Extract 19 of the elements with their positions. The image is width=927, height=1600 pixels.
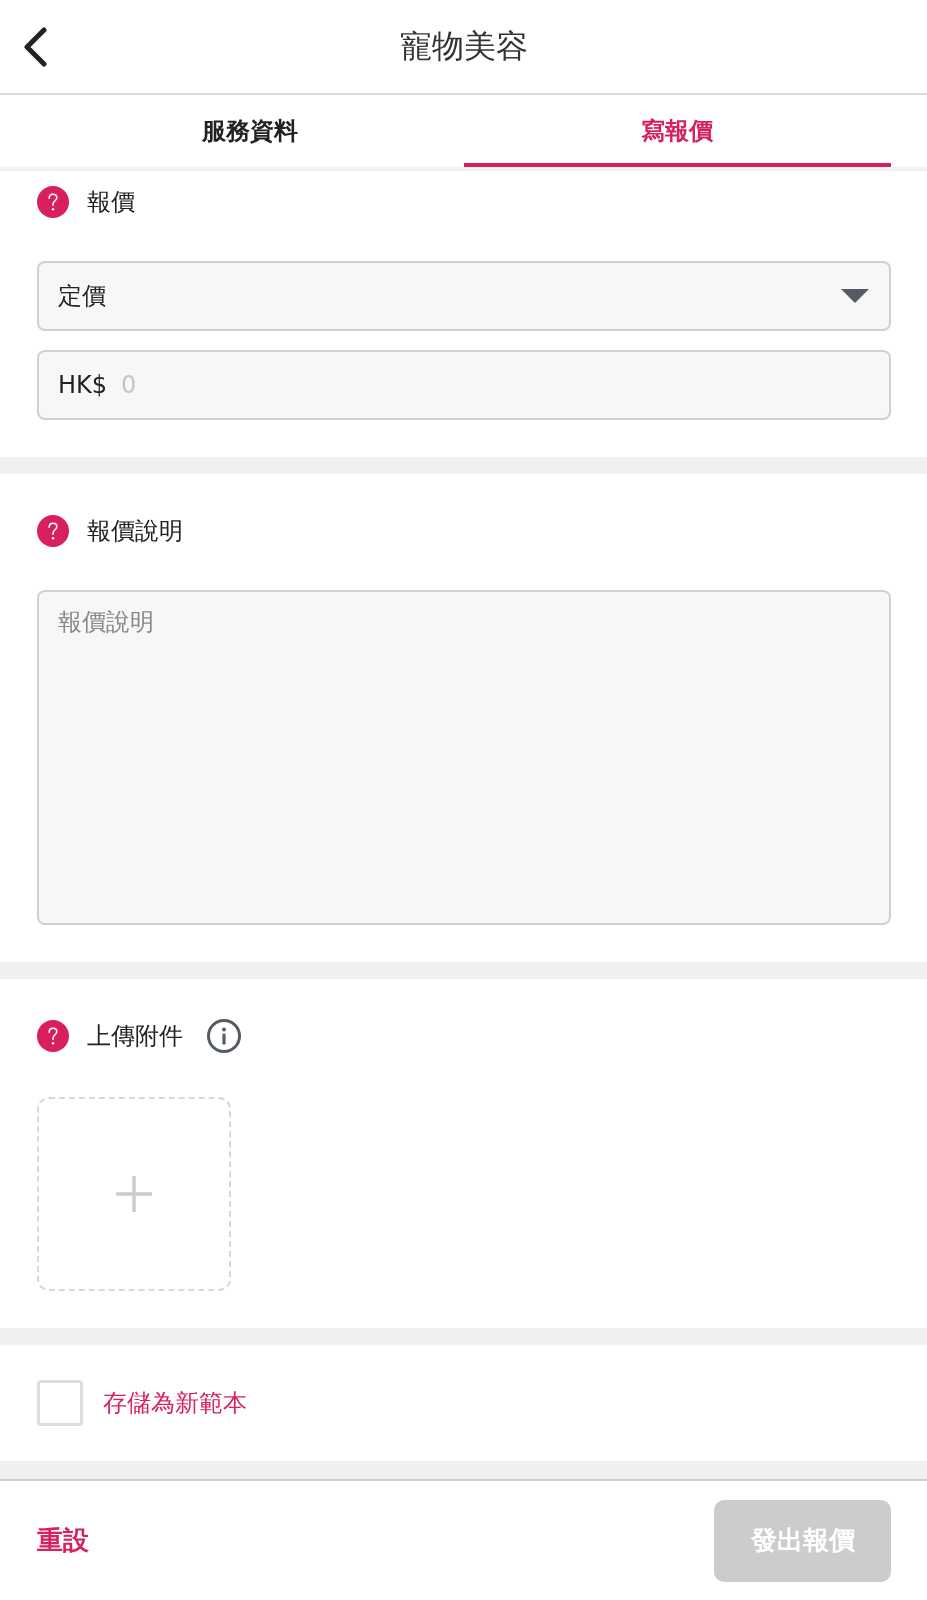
back-icon[interactable] [22,26,48,67]
help-icon[interactable] [37,515,69,547]
help-icon[interactable] [37,1020,69,1052]
reset-button[interactable]: 重設 [37,1523,89,1558]
section-label: 上傳附件 [87,1021,183,1052]
plus-icon [116,1176,152,1212]
page-title: 寵物美容 [399,25,528,67]
checkbox[interactable] [37,1380,83,1426]
caret-icon [841,289,869,303]
description-field[interactable]: 報價說明 [37,590,891,925]
section-label: 報價說明 [87,516,183,547]
price-type-select[interactable]: 定價 [37,261,891,331]
tab[interactable]: 服務資料 [36,95,464,167]
currency-prefix: HK$ [58,371,108,399]
section-label: 報價 [87,187,135,218]
info-icon[interactable] [207,1019,241,1053]
tab[interactable]: 寫報價 [463,95,891,167]
save-template-label[interactable]: 存儲為新範本 [103,1387,247,1419]
help-icon[interactable] [37,186,69,218]
